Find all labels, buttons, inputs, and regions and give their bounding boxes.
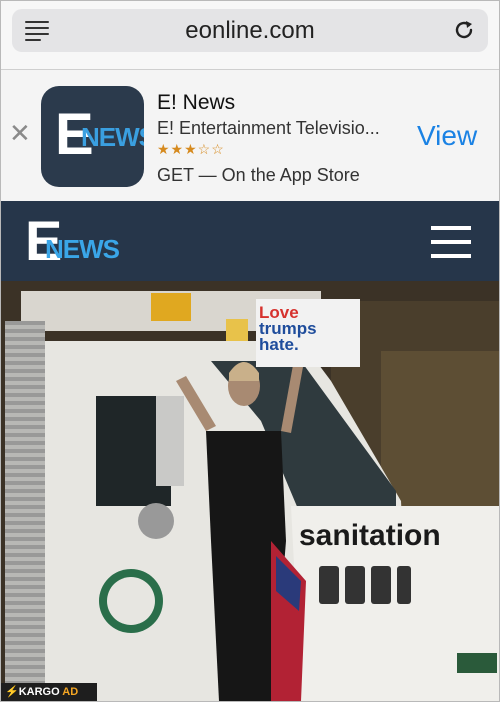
site-logo[interactable]: E NEWS xyxy=(25,213,120,269)
address-bar[interactable]: eonline.com xyxy=(12,9,488,52)
protest-sign: Love trumps hate. xyxy=(259,304,317,355)
truck-label: sanitation xyxy=(299,519,441,552)
app-icon[interactable]: E NEWS xyxy=(41,86,144,187)
app-store-text: GET — On the App Store xyxy=(157,165,360,185)
mobile-screen: eonline.com ✕ E NEWS E! News E! Entertai… xyxy=(0,0,500,702)
url-text[interactable]: eonline.com xyxy=(12,17,488,45)
sign-line-3: hate. xyxy=(259,335,299,355)
view-app-button[interactable]: View xyxy=(417,120,477,152)
reload-icon[interactable] xyxy=(452,18,476,42)
logo-word: NEWS xyxy=(45,234,120,264)
app-publisher: E! Entertainment Televisio... xyxy=(157,118,380,138)
app-rating-stars: ★★★☆☆ xyxy=(157,141,225,157)
app-name: E! News xyxy=(157,91,236,114)
site-header: E NEWS xyxy=(1,201,499,281)
ad-badge-brand: ⚡KARGO xyxy=(5,686,60,698)
smart-app-banner: ✕ E NEWS E! News E! Entertainment Televi… xyxy=(1,70,499,201)
hero-image[interactable]: Love trumps hate. sanitation ⚡KARGO AD xyxy=(1,281,499,701)
app-icon-word: NEWS xyxy=(81,122,144,152)
ad-badge-label: AD xyxy=(62,686,79,698)
ad-badge[interactable]: ⚡KARGO AD xyxy=(1,683,97,701)
close-banner-button[interactable]: ✕ xyxy=(9,120,31,146)
menu-icon[interactable] xyxy=(431,226,471,258)
browser-toolbar: eonline.com xyxy=(1,1,499,70)
hero-photo-illustration xyxy=(1,281,499,701)
